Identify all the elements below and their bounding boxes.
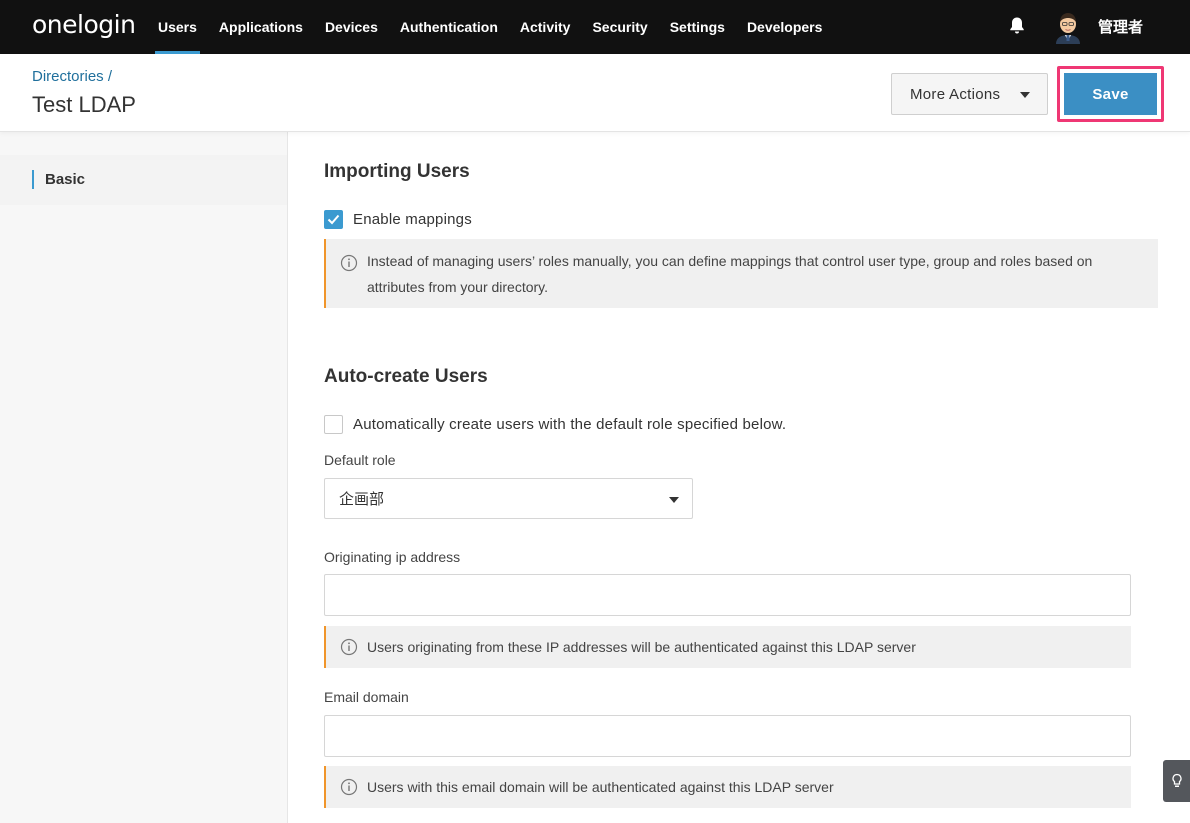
save-button[interactable]: Save	[1064, 73, 1157, 115]
sidebar-item-label: Basic	[45, 171, 86, 188]
enable-mappings-checkbox[interactable]	[324, 210, 343, 229]
email-info-text: Users with this email domain will be aut…	[367, 779, 834, 795]
onelogin-logo[interactable]: onelogin	[32, 10, 136, 39]
info-text-line2: attributes from your directory.	[367, 279, 549, 295]
nav-activity[interactable]: Activity	[509, 0, 582, 54]
main-content: Importing Users Enable mappings Instead …	[288, 132, 1190, 823]
checkmark-icon	[327, 214, 340, 225]
default-role-value: 企画部	[339, 491, 385, 508]
ip-address-info: Users originating from these IP addresse…	[324, 626, 1131, 668]
mappings-info: Instead of managing users’ roles manuall…	[324, 239, 1158, 308]
page-title: Test LDAP	[32, 92, 136, 117]
main-nav: Users Applications Devices Authenticatio…	[147, 0, 833, 54]
nav-settings[interactable]: Settings	[659, 0, 736, 54]
nav-security[interactable]: Security	[581, 0, 658, 54]
more-actions-button[interactable]: More Actions	[891, 73, 1048, 115]
default-role-label: Default role	[324, 452, 396, 468]
more-actions-label: More Actions	[910, 85, 1001, 103]
ip-address-input[interactable]	[324, 574, 1131, 616]
sidebar-item-basic[interactable]: Basic	[0, 155, 287, 205]
info-text-line1: Instead of managing users’ roles manuall…	[367, 253, 1093, 269]
ip-address-label: Originating ip address	[324, 549, 461, 565]
auto-create-label: Automatically create users with the defa…	[353, 416, 787, 433]
breadcrumb-directories[interactable]: Directories /	[32, 68, 112, 85]
nav-applications[interactable]: Applications	[208, 0, 314, 54]
active-indicator	[32, 170, 34, 189]
caret-down-icon	[1020, 92, 1030, 98]
auto-create-checkbox[interactable]	[324, 415, 343, 434]
sidebar: Basic	[0, 132, 288, 823]
nav-authentication[interactable]: Authentication	[389, 0, 509, 54]
username[interactable]: 管理者	[1098, 16, 1143, 37]
info-icon	[340, 254, 358, 272]
bell-icon[interactable]	[1008, 16, 1026, 36]
email-domain-input[interactable]	[324, 715, 1131, 757]
enable-mappings-row: Enable mappings	[324, 210, 472, 229]
ip-info-text: Users originating from these IP addresse…	[367, 639, 916, 655]
email-domain-label: Email domain	[324, 689, 409, 705]
info-icon	[340, 638, 358, 656]
top-navigation: onelogin Users Applications Devices Auth…	[0, 0, 1190, 54]
save-highlight: Save	[1057, 66, 1164, 122]
nav-users[interactable]: Users	[147, 0, 208, 54]
nav-developers[interactable]: Developers	[736, 0, 833, 54]
avatar[interactable]	[1053, 10, 1083, 44]
help-button[interactable]	[1163, 760, 1190, 802]
section-title-auto-create: Auto-create Users	[324, 366, 488, 387]
info-icon	[340, 778, 358, 796]
section-title-importing: Importing Users	[324, 161, 470, 182]
enable-mappings-label: Enable mappings	[353, 211, 472, 228]
lightbulb-icon	[1171, 773, 1182, 787]
page-header: Directories / Test LDAP More Actions Sav…	[0, 54, 1190, 132]
email-domain-info: Users with this email domain will be aut…	[324, 766, 1131, 808]
auto-create-row: Automatically create users with the defa…	[324, 415, 786, 434]
default-role-select[interactable]: 企画部	[324, 478, 693, 519]
nav-devices[interactable]: Devices	[314, 0, 389, 54]
caret-down-icon	[669, 497, 679, 503]
